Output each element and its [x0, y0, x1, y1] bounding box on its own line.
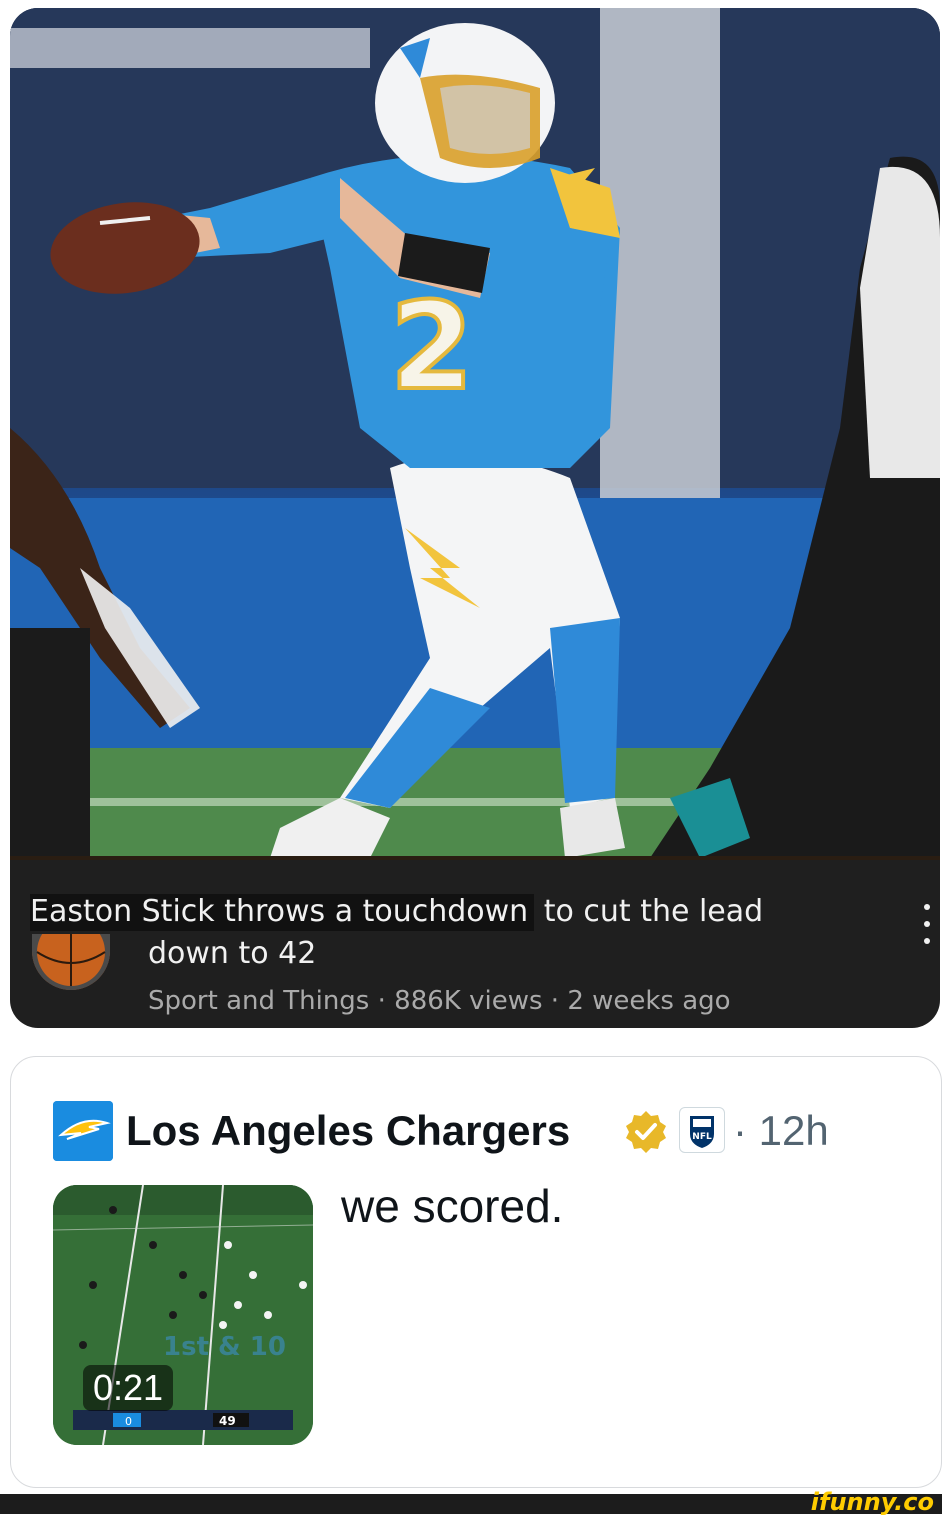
kebab-menu-icon[interactable] — [920, 904, 934, 944]
svg-text:49: 49 — [219, 1414, 236, 1428]
video-card[interactable]: 2 Easton Stick throws a touchdown to cut… — [10, 8, 940, 1028]
lightning-bolt-icon — [53, 1101, 113, 1161]
watermark-bar: ifunny.co — [0, 1488, 942, 1516]
svg-text:NFL: NFL — [692, 1132, 712, 1142]
video-meta: Sport and Things · 886K views · 2 weeks … — [148, 986, 731, 1016]
ifunny-watermark: ifunny.co — [810, 1488, 934, 1516]
quarterback-photo: 2 — [10, 8, 940, 858]
nfl-affiliate-icon[interactable]: NFL — [679, 1107, 725, 1153]
chargers-logo-avatar[interactable] — [53, 1101, 113, 1161]
tweet-author-name[interactable]: Los Angeles Chargers — [126, 1101, 570, 1161]
nfl-shield-icon: NFL — [690, 1116, 714, 1148]
view-count: 886K views — [394, 986, 543, 1016]
basketball-icon — [32, 934, 110, 990]
tweet-text: we scored. — [341, 1180, 564, 1232]
svg-text:2: 2 — [390, 278, 474, 417]
tweet-timestamp[interactable]: · 12h — [733, 1101, 829, 1161]
meta-separator: · — [369, 986, 395, 1016]
meta-separator: · — [542, 986, 568, 1016]
channel-avatar[interactable] — [32, 934, 110, 990]
video-title-line2[interactable]: down to 42 — [148, 936, 316, 971]
svg-text:1st & 10: 1st & 10 — [163, 1332, 286, 1362]
video-title-rest: to cut the lead — [534, 894, 764, 929]
video-info: Easton Stick throws a touchdown to cut t… — [10, 860, 940, 1028]
channel-name[interactable]: Sport and Things — [148, 986, 369, 1016]
svg-text:0: 0 — [125, 1415, 132, 1428]
video-title-line1[interactable]: Easton Stick throws a touchdown to cut t… — [30, 894, 764, 931]
upload-age: 2 weeks ago — [567, 986, 731, 1016]
verified-badge-icon — [626, 1111, 666, 1153]
video-duration-badge: 0:21 — [83, 1365, 174, 1411]
tweet-card[interactable]: Los Angeles Chargers NFL · 12h we scored… — [10, 1056, 942, 1488]
video-thumbnail[interactable]: 2 — [10, 8, 940, 858]
tweet-video-thumbnail[interactable]: 1st & 10 0 49 0:21 — [53, 1185, 313, 1445]
video-title-highlight: Easton Stick throws a touchdown — [30, 894, 535, 931]
